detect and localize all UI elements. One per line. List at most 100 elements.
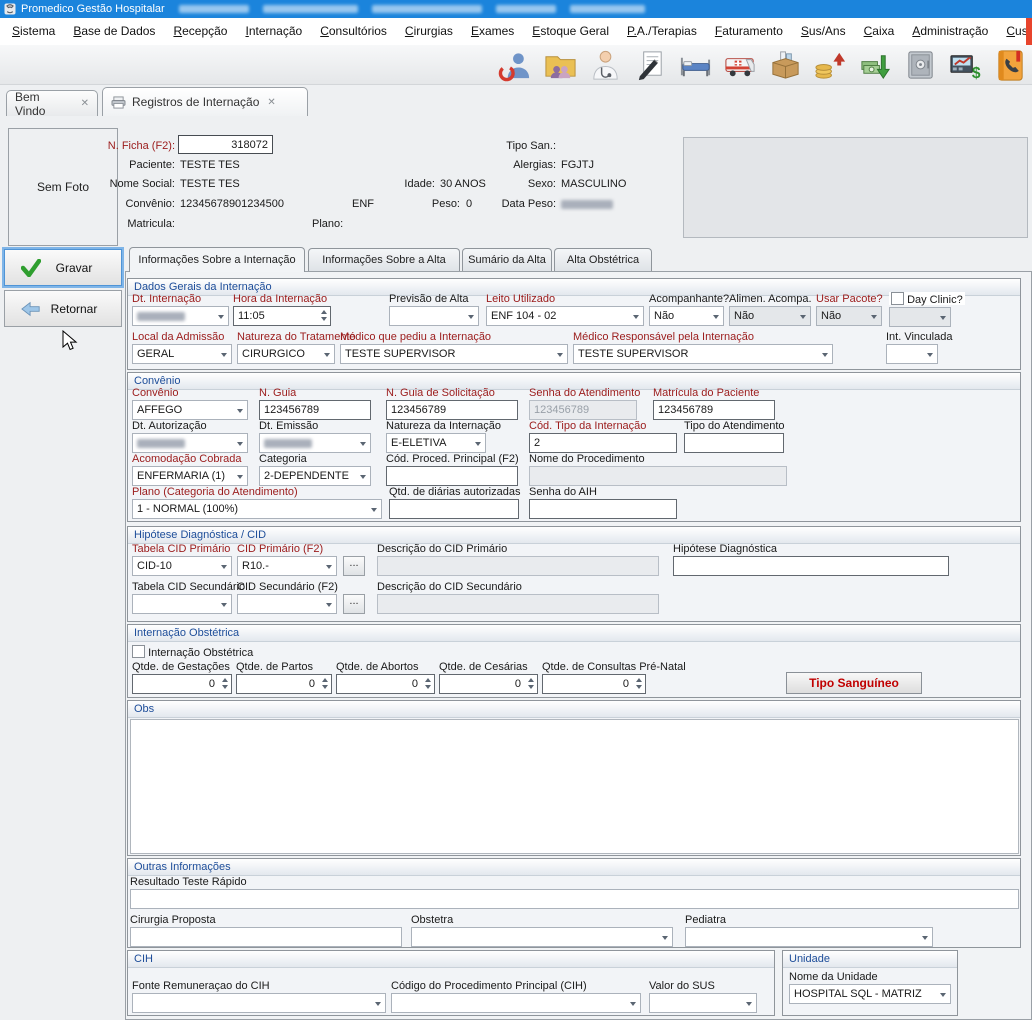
menu-cirurgias[interactable]: Cirurgias [396,18,462,45]
tab-bem-vindo[interactable]: Bem Vindo ✕ [6,90,98,116]
gravar-button[interactable]: Gravar [4,249,122,286]
cod-tipo-internacao-input[interactable]: 2 [529,433,677,453]
ambulance-icon[interactable] [722,47,759,84]
tipo-atendimento-input[interactable] [684,433,784,453]
supplies-icon[interactable] [767,47,804,84]
day-clinic-checkbox[interactable] [891,292,904,305]
idade-label: Idade: [355,178,435,190]
descricao-cid-primario-input[interactable] [377,556,659,576]
group-outras-informacoes: Outras Informações Resultado Teste Rápid… [127,858,1021,948]
cid-primario-select[interactable]: R10.- [237,556,337,576]
menu-faturamento[interactable]: Faturamento [706,18,792,45]
menu-exames[interactable]: Exames [462,18,523,45]
hipotese-diagnostica-input[interactable] [673,556,949,576]
hora-internacao-spinner[interactable]: 11:05 [233,306,331,326]
tab-close-button[interactable]: ✕ [267,97,275,108]
convenio-value: 12345678901234500 [180,198,284,210]
fonte-remuneracao-select[interactable] [132,993,386,1013]
local-admissao-select[interactable]: GERAL [132,344,232,364]
matricula-paciente-input[interactable]: 123456789 [653,400,775,420]
cod-proced-principal-input[interactable] [386,466,518,486]
previsao-alta-select[interactable] [389,306,479,326]
contract-icon[interactable] [632,47,669,84]
natureza-tratamento-select[interactable]: CIRURGICO [237,344,335,364]
tabela-cid-primario-select[interactable]: CID-10 [132,556,232,576]
menu-estoque-geral[interactable]: Estoque Geral [523,18,618,45]
qtd-diarias-input[interactable] [389,499,519,519]
cid-secundario-select[interactable] [237,594,337,614]
cid-secundario-browse-button[interactable]: ... [343,594,365,614]
nome-procedimento-input[interactable] [529,466,787,486]
ficha-input[interactable]: 318072 [178,135,273,154]
phonebook-icon[interactable] [992,47,1029,84]
tabela-cid-secundario-select[interactable] [132,594,232,614]
dt-autorizacao-select[interactable] [132,433,248,453]
menu-caixa[interactable]: Caixa [855,18,904,45]
tipo-sanguineo-button[interactable]: Tipo Sanguíneo [786,672,922,694]
qtde-cesarias-spinner[interactable]: 0 [439,674,538,694]
menu-recepcao[interactable]: Recepção [164,18,236,45]
menu-internacao[interactable]: Internação [236,18,311,45]
menu-pa-terapias[interactable]: P.A./Terapias [618,18,706,45]
menu-sistema[interactable]: Sistema [3,18,64,45]
codigo-procedimento-cih-select[interactable] [391,993,641,1013]
obstetra-select[interactable] [411,927,673,947]
senha-atendimento-input[interactable]: 123456789 [529,400,637,420]
natureza-internacao-select[interactable]: E-ELETIVA [386,433,486,453]
acompanhante-select[interactable]: Não [649,306,724,326]
qtde-partos-spinner[interactable]: 0 [236,674,332,694]
qtde-consultas-prenatal-spinner[interactable]: 0 [542,674,646,694]
leito-select[interactable]: ENF 104 - 02 [486,306,644,326]
convenio-select[interactable]: AFFEGO [132,400,248,420]
cid-primario-browse-button[interactable]: ... [343,556,365,576]
patient-records-icon[interactable] [542,47,579,84]
subtab-informacoes-internacao[interactable]: Informações Sobre a Internação [129,247,305,272]
n-guia-input[interactable]: 123456789 [259,400,371,420]
subtab-sumario-alta[interactable]: Sumário da Alta [462,248,552,271]
internacao-obstetrica-checkbox[interactable] [132,645,145,658]
medico-pediu-select[interactable]: TESTE SUPERVISOR [340,344,568,364]
menu-base-de-dados[interactable]: Base de Dados [64,18,164,45]
medico-responsavel-select[interactable]: TESTE SUPERVISOR [573,344,833,364]
menu-sus-ans[interactable]: Sus/Ans [792,18,855,45]
valor-sus-select[interactable] [649,993,757,1013]
obs-textarea[interactable] [130,719,1019,854]
dt-emissao-select[interactable] [259,433,371,453]
billing-icon[interactable]: $ [947,47,984,84]
cid-primario-label: CID Primário (F2) [237,543,337,556]
nome-unidade-select[interactable]: HOSPITAL SQL - MATRIZ [789,984,951,1004]
int-vinculada-select[interactable] [886,344,938,364]
retornar-button[interactable]: Retornar [4,290,122,327]
alimen-acompa-select[interactable]: Não [729,306,811,326]
subtab-alta-obstetrica[interactable]: Alta Obstétrica [554,248,652,271]
plano-categoria-select[interactable]: 1 - NORMAL (100%) [132,499,382,519]
menu-consultorios[interactable]: Consultórios [311,18,396,45]
refresh-user-icon[interactable] [497,47,534,84]
day-clinic-select[interactable] [889,307,951,327]
categoria-select[interactable]: 2-DEPENDENTE [259,466,371,486]
senha-atendimento-label: Senha do Atendimento [529,387,637,400]
qtde-abortos-spinner[interactable]: 0 [336,674,435,694]
acomodacao-cobrada-select[interactable]: ENFERMARIA (1) [132,466,248,486]
tab-registros-de-internacao[interactable]: Registros de Internação ✕ [102,87,308,116]
doctor-icon[interactable] [587,47,624,84]
descricao-cid-secundario-input[interactable] [377,594,659,614]
payment-out-icon[interactable] [857,47,894,84]
subtab-informacoes-alta[interactable]: Informações Sobre a Alta [308,248,460,271]
hospital-bed-icon[interactable] [677,47,714,84]
revenue-in-icon[interactable] [812,47,849,84]
redacted-date [137,312,185,321]
dt-internacao-select[interactable] [132,306,229,326]
tab-close-button[interactable]: ✕ [81,98,89,109]
safe-icon[interactable] [902,47,939,84]
menu-administracao[interactable]: Administração [903,18,997,45]
senha-aih-input[interactable] [529,499,677,519]
cirurgia-proposta-input[interactable] [130,927,402,947]
resultado-teste-rapido-input[interactable] [130,889,1019,909]
pediatra-select[interactable] [685,927,933,947]
chevron-down-icon [326,603,332,607]
n-guia-solicitacao-input[interactable]: 123456789 [386,400,518,420]
cod-tipo-internacao-label: Cód. Tipo da Internação [529,420,677,433]
usar-pacote-select[interactable]: Não [816,306,882,326]
qtde-gestacoes-spinner[interactable]: 0 [132,674,232,694]
